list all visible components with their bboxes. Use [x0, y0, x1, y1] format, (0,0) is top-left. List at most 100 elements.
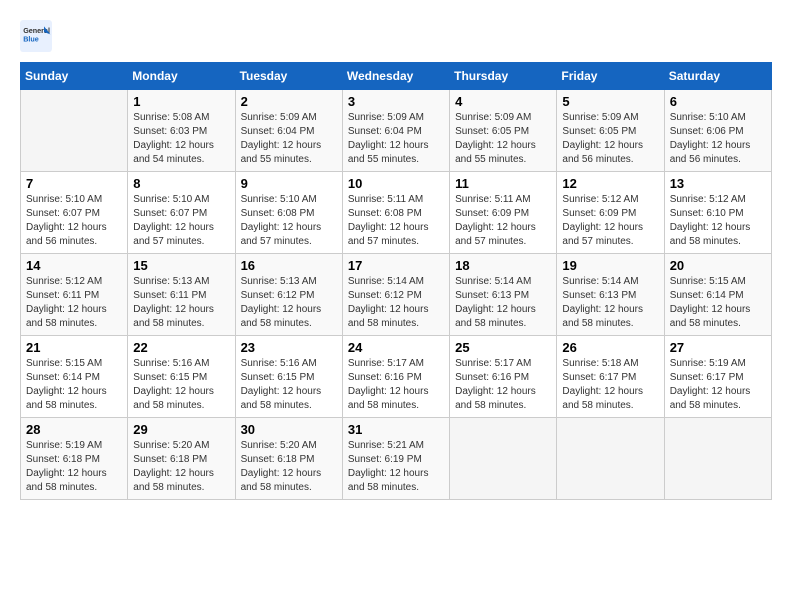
day-info: Sunrise: 5:11 AM Sunset: 6:09 PM Dayligh…	[455, 194, 536, 247]
day-number: 11	[455, 176, 551, 191]
day-number: 10	[348, 176, 444, 191]
day-number: 14	[26, 258, 122, 273]
day-number: 20	[670, 258, 766, 273]
day-number: 6	[670, 94, 766, 109]
calendar-day-cell: 16 Sunrise: 5:13 AM Sunset: 6:12 PM Dayl…	[235, 254, 342, 336]
day-number: 9	[241, 176, 337, 191]
day-number: 19	[562, 258, 658, 273]
day-info: Sunrise: 5:16 AM Sunset: 6:15 PM Dayligh…	[241, 358, 322, 411]
day-info: Sunrise: 5:10 AM Sunset: 6:07 PM Dayligh…	[26, 194, 107, 247]
day-number: 24	[348, 340, 444, 355]
calendar-day-cell: 27 Sunrise: 5:19 AM Sunset: 6:17 PM Dayl…	[664, 336, 771, 418]
day-info: Sunrise: 5:20 AM Sunset: 6:18 PM Dayligh…	[133, 440, 214, 493]
day-number: 3	[348, 94, 444, 109]
day-number: 25	[455, 340, 551, 355]
weekday-header-cell: Wednesday	[342, 63, 449, 90]
day-number: 2	[241, 94, 337, 109]
day-number: 21	[26, 340, 122, 355]
calendar-day-cell: 20 Sunrise: 5:15 AM Sunset: 6:14 PM Dayl…	[664, 254, 771, 336]
calendar-week-row: 28 Sunrise: 5:19 AM Sunset: 6:18 PM Dayl…	[21, 418, 772, 500]
weekday-header-cell: Thursday	[450, 63, 557, 90]
day-info: Sunrise: 5:08 AM Sunset: 6:03 PM Dayligh…	[133, 112, 214, 165]
calendar-week-row: 7 Sunrise: 5:10 AM Sunset: 6:07 PM Dayli…	[21, 172, 772, 254]
calendar-day-cell: 11 Sunrise: 5:11 AM Sunset: 6:09 PM Dayl…	[450, 172, 557, 254]
calendar-week-row: 1 Sunrise: 5:08 AM Sunset: 6:03 PM Dayli…	[21, 90, 772, 172]
day-info: Sunrise: 5:15 AM Sunset: 6:14 PM Dayligh…	[26, 358, 107, 411]
day-info: Sunrise: 5:09 AM Sunset: 6:05 PM Dayligh…	[562, 112, 643, 165]
calendar-day-cell: 8 Sunrise: 5:10 AM Sunset: 6:07 PM Dayli…	[128, 172, 235, 254]
calendar-day-cell: 15 Sunrise: 5:13 AM Sunset: 6:11 PM Dayl…	[128, 254, 235, 336]
day-number: 22	[133, 340, 229, 355]
calendar-day-cell: 2 Sunrise: 5:09 AM Sunset: 6:04 PM Dayli…	[235, 90, 342, 172]
calendar-day-cell: 14 Sunrise: 5:12 AM Sunset: 6:11 PM Dayl…	[21, 254, 128, 336]
day-info: Sunrise: 5:10 AM Sunset: 6:07 PM Dayligh…	[133, 194, 214, 247]
page-header: General Blue	[20, 20, 772, 52]
day-number: 16	[241, 258, 337, 273]
weekday-header-cell: Tuesday	[235, 63, 342, 90]
calendar-day-cell: 31 Sunrise: 5:21 AM Sunset: 6:19 PM Dayl…	[342, 418, 449, 500]
weekday-header-cell: Monday	[128, 63, 235, 90]
day-info: Sunrise: 5:19 AM Sunset: 6:17 PM Dayligh…	[670, 358, 751, 411]
calendar-day-cell: 23 Sunrise: 5:16 AM Sunset: 6:15 PM Dayl…	[235, 336, 342, 418]
generalblue-logo-icon: General Blue	[20, 20, 52, 52]
calendar-table: SundayMondayTuesdayWednesdayThursdayFrid…	[20, 62, 772, 500]
day-number: 23	[241, 340, 337, 355]
calendar-day-cell: 3 Sunrise: 5:09 AM Sunset: 6:04 PM Dayli…	[342, 90, 449, 172]
calendar-day-cell: 17 Sunrise: 5:14 AM Sunset: 6:12 PM Dayl…	[342, 254, 449, 336]
day-info: Sunrise: 5:17 AM Sunset: 6:16 PM Dayligh…	[348, 358, 429, 411]
day-info: Sunrise: 5:12 AM Sunset: 6:10 PM Dayligh…	[670, 194, 751, 247]
weekday-header-cell: Sunday	[21, 63, 128, 90]
weekday-header-cell: Friday	[557, 63, 664, 90]
calendar-day-cell	[557, 418, 664, 500]
day-info: Sunrise: 5:18 AM Sunset: 6:17 PM Dayligh…	[562, 358, 643, 411]
calendar-week-row: 21 Sunrise: 5:15 AM Sunset: 6:14 PM Dayl…	[21, 336, 772, 418]
day-number: 26	[562, 340, 658, 355]
day-info: Sunrise: 5:17 AM Sunset: 6:16 PM Dayligh…	[455, 358, 536, 411]
svg-text:Blue: Blue	[23, 35, 39, 44]
calendar-day-cell: 28 Sunrise: 5:19 AM Sunset: 6:18 PM Dayl…	[21, 418, 128, 500]
calendar-day-cell: 26 Sunrise: 5:18 AM Sunset: 6:17 PM Dayl…	[557, 336, 664, 418]
calendar-day-cell	[450, 418, 557, 500]
calendar-day-cell: 22 Sunrise: 5:16 AM Sunset: 6:15 PM Dayl…	[128, 336, 235, 418]
day-info: Sunrise: 5:13 AM Sunset: 6:11 PM Dayligh…	[133, 276, 214, 329]
day-info: Sunrise: 5:11 AM Sunset: 6:08 PM Dayligh…	[348, 194, 429, 247]
day-number: 13	[670, 176, 766, 191]
calendar-day-cell: 4 Sunrise: 5:09 AM Sunset: 6:05 PM Dayli…	[450, 90, 557, 172]
day-number: 8	[133, 176, 229, 191]
day-info: Sunrise: 5:12 AM Sunset: 6:09 PM Dayligh…	[562, 194, 643, 247]
day-number: 31	[348, 422, 444, 437]
calendar-day-cell: 5 Sunrise: 5:09 AM Sunset: 6:05 PM Dayli…	[557, 90, 664, 172]
day-number: 12	[562, 176, 658, 191]
day-number: 17	[348, 258, 444, 273]
day-info: Sunrise: 5:09 AM Sunset: 6:04 PM Dayligh…	[348, 112, 429, 165]
calendar-day-cell: 1 Sunrise: 5:08 AM Sunset: 6:03 PM Dayli…	[128, 90, 235, 172]
calendar-day-cell: 30 Sunrise: 5:20 AM Sunset: 6:18 PM Dayl…	[235, 418, 342, 500]
calendar-day-cell: 18 Sunrise: 5:14 AM Sunset: 6:13 PM Dayl…	[450, 254, 557, 336]
calendar-day-cell	[21, 90, 128, 172]
calendar-day-cell: 19 Sunrise: 5:14 AM Sunset: 6:13 PM Dayl…	[557, 254, 664, 336]
calendar-day-cell: 6 Sunrise: 5:10 AM Sunset: 6:06 PM Dayli…	[664, 90, 771, 172]
day-number: 4	[455, 94, 551, 109]
day-info: Sunrise: 5:16 AM Sunset: 6:15 PM Dayligh…	[133, 358, 214, 411]
calendar-week-row: 14 Sunrise: 5:12 AM Sunset: 6:11 PM Dayl…	[21, 254, 772, 336]
calendar-day-cell: 9 Sunrise: 5:10 AM Sunset: 6:08 PM Dayli…	[235, 172, 342, 254]
day-number: 28	[26, 422, 122, 437]
day-info: Sunrise: 5:20 AM Sunset: 6:18 PM Dayligh…	[241, 440, 322, 493]
day-info: Sunrise: 5:09 AM Sunset: 6:04 PM Dayligh…	[241, 112, 322, 165]
day-number: 1	[133, 94, 229, 109]
day-info: Sunrise: 5:14 AM Sunset: 6:12 PM Dayligh…	[348, 276, 429, 329]
day-info: Sunrise: 5:15 AM Sunset: 6:14 PM Dayligh…	[670, 276, 751, 329]
day-info: Sunrise: 5:13 AM Sunset: 6:12 PM Dayligh…	[241, 276, 322, 329]
calendar-day-cell: 24 Sunrise: 5:17 AM Sunset: 6:16 PM Dayl…	[342, 336, 449, 418]
day-number: 30	[241, 422, 337, 437]
calendar-day-cell: 7 Sunrise: 5:10 AM Sunset: 6:07 PM Dayli…	[21, 172, 128, 254]
day-number: 18	[455, 258, 551, 273]
day-info: Sunrise: 5:10 AM Sunset: 6:08 PM Dayligh…	[241, 194, 322, 247]
calendar-body: 1 Sunrise: 5:08 AM Sunset: 6:03 PM Dayli…	[21, 90, 772, 500]
calendar-day-cell: 10 Sunrise: 5:11 AM Sunset: 6:08 PM Dayl…	[342, 172, 449, 254]
day-number: 15	[133, 258, 229, 273]
logo: General Blue	[20, 20, 58, 52]
calendar-day-cell: 29 Sunrise: 5:20 AM Sunset: 6:18 PM Dayl…	[128, 418, 235, 500]
day-info: Sunrise: 5:14 AM Sunset: 6:13 PM Dayligh…	[455, 276, 536, 329]
calendar-day-cell: 12 Sunrise: 5:12 AM Sunset: 6:09 PM Dayl…	[557, 172, 664, 254]
